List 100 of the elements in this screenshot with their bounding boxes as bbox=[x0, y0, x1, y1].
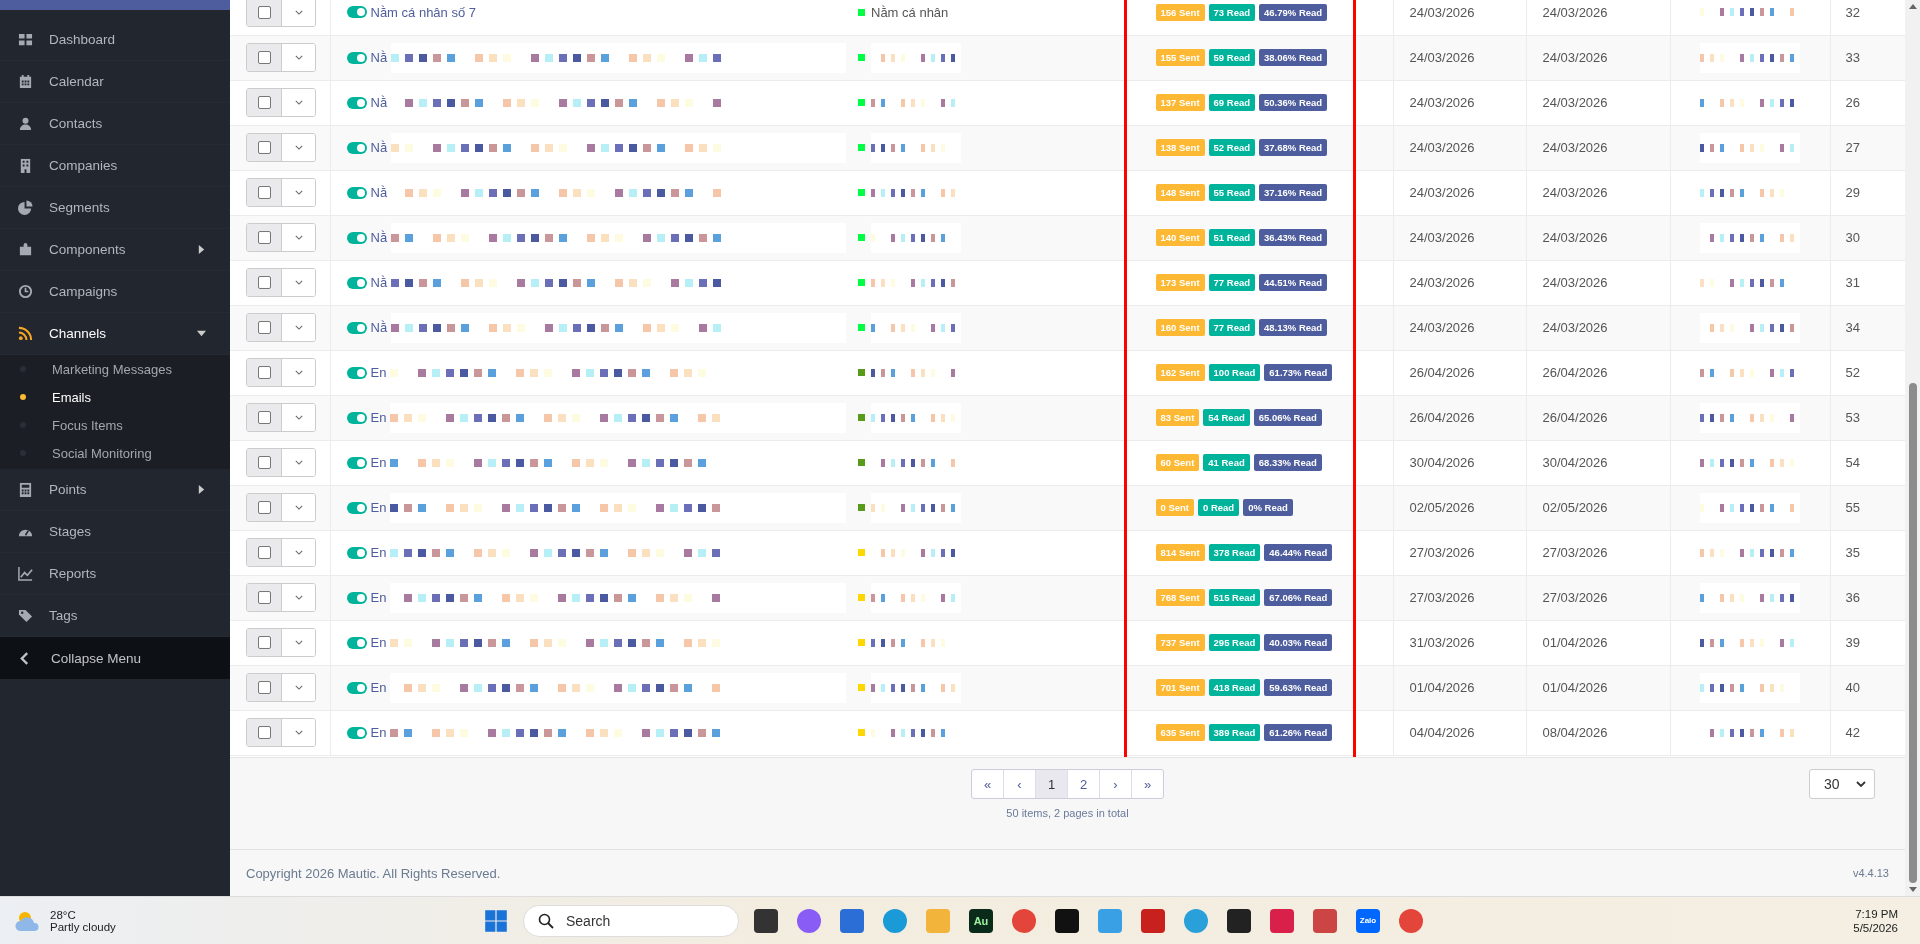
windows-start-icon[interactable] bbox=[484, 908, 508, 933]
email-name-link[interactable]: En bbox=[370, 590, 387, 605]
date-created-cell: 26/04/2026 bbox=[1393, 350, 1526, 395]
chevron-down-icon bbox=[294, 730, 303, 735]
category-label: Nằm cá nhân bbox=[871, 4, 949, 20]
publish-toggle[interactable] bbox=[346, 321, 367, 334]
publish-toggle[interactable] bbox=[346, 6, 367, 19]
publish-toggle[interactable] bbox=[346, 681, 367, 694]
version-text: v4.4.13 bbox=[1852, 867, 1889, 879]
read-count-badge: 77 Read bbox=[1208, 319, 1255, 336]
checkbox[interactable] bbox=[247, 269, 282, 296]
checkbox[interactable] bbox=[247, 719, 282, 746]
email-name-link[interactable]: Nằ bbox=[370, 230, 388, 245]
read-count-badge: 52 Read bbox=[1208, 139, 1255, 156]
sent-count-badge: 148 Sent bbox=[1155, 184, 1205, 201]
checkbox[interactable] bbox=[247, 224, 282, 251]
submenu-item[interactable]: Focus Items bbox=[0, 411, 230, 439]
read-rate-badge: 46.44% Read bbox=[1264, 544, 1333, 561]
email-name-link[interactable]: Nằ bbox=[370, 95, 388, 110]
checkbox[interactable] bbox=[247, 404, 282, 431]
checkbox[interactable] bbox=[247, 359, 282, 386]
scrollbar[interactable] bbox=[1905, 0, 1920, 897]
submenu-item[interactable]: Marketing Messages bbox=[0, 355, 230, 383]
pagination-button[interactable]: 1 bbox=[1036, 770, 1068, 798]
chevron-down-icon bbox=[294, 550, 303, 555]
checkbox[interactable] bbox=[247, 44, 282, 71]
email-name-link[interactable]: En bbox=[370, 365, 387, 380]
checkbox[interactable] bbox=[247, 584, 282, 611]
email-name-link[interactable]: En bbox=[370, 410, 387, 425]
submenu-item[interactable]: Social Monitoring bbox=[0, 439, 230, 467]
grid-icon bbox=[18, 32, 33, 47]
checkbox[interactable] bbox=[247, 179, 282, 206]
read-rate-badge: 40.03% Read bbox=[1264, 634, 1333, 651]
read-rate-badge: 46.79% Read bbox=[1259, 3, 1328, 21]
publish-toggle[interactable] bbox=[346, 141, 367, 154]
puzzle-icon bbox=[18, 242, 33, 257]
email-name-link[interactable]: En bbox=[370, 500, 387, 515]
read-count-badge: 69 Read bbox=[1208, 94, 1255, 111]
publish-toggle[interactable] bbox=[346, 231, 367, 244]
publish-toggle[interactable] bbox=[346, 186, 367, 199]
checkbox[interactable] bbox=[247, 0, 282, 26]
checkbox[interactable] bbox=[247, 314, 282, 341]
email-name-link[interactable]: Nằ bbox=[370, 275, 388, 290]
date-created-cell: 27/03/2026 bbox=[1393, 530, 1526, 575]
read-rate-badge: 59.63% Read bbox=[1264, 679, 1333, 696]
app-icon[interactable] bbox=[1055, 908, 1079, 933]
email-name-link[interactable]: En bbox=[370, 545, 387, 560]
read-count-badge: 418 Read bbox=[1208, 679, 1261, 696]
pagination-button[interactable]: › bbox=[1100, 770, 1132, 798]
pagination-button[interactable]: « bbox=[972, 770, 1004, 798]
checkbox[interactable] bbox=[247, 89, 282, 116]
taskbar-search-field[interactable]: Search bbox=[523, 904, 739, 937]
chevron-down-icon bbox=[294, 685, 303, 690]
per-page-select[interactable]: 30 bbox=[1809, 769, 1875, 799]
submenu-item[interactable]: Emails bbox=[0, 383, 230, 411]
email-name-link[interactable]: Nằ bbox=[370, 185, 388, 200]
publish-toggle[interactable] bbox=[346, 546, 367, 559]
app-icon[interactable] bbox=[754, 908, 778, 933]
checkbox[interactable] bbox=[247, 539, 282, 566]
email-name-link[interactable]: Nằ bbox=[370, 140, 388, 155]
date-modified-cell: 27/03/2026 bbox=[1526, 575, 1670, 620]
email-name-link[interactable]: En bbox=[370, 725, 387, 740]
checkbox[interactable] bbox=[247, 629, 282, 656]
app-icon[interactable]: Au bbox=[969, 908, 993, 933]
email-name-link[interactable]: En bbox=[370, 455, 387, 470]
scroll-up-icon[interactable] bbox=[1908, 4, 1917, 9]
sidebar-item[interactable]: Segments bbox=[0, 187, 230, 229]
app-icon[interactable]: Zalo bbox=[1356, 908, 1380, 933]
publish-toggle[interactable] bbox=[346, 366, 367, 379]
read-count-badge: 389 Read bbox=[1208, 724, 1261, 741]
publish-toggle[interactable] bbox=[346, 51, 367, 64]
publish-toggle[interactable] bbox=[346, 276, 367, 289]
chevron-down-icon bbox=[294, 640, 303, 645]
checkbox[interactable] bbox=[247, 449, 282, 476]
publish-toggle[interactable] bbox=[346, 636, 367, 649]
publish-toggle[interactable] bbox=[346, 96, 367, 109]
read-rate-badge: 37.16% Read bbox=[1259, 184, 1328, 201]
publish-toggle[interactable] bbox=[346, 456, 367, 469]
clock-time: 7:19 PM bbox=[1855, 907, 1898, 920]
chevron-down-icon bbox=[294, 55, 303, 60]
read-count-badge: 59 Read bbox=[1208, 49, 1255, 66]
checkbox[interactable] bbox=[247, 674, 282, 701]
checkbox[interactable] bbox=[247, 494, 282, 521]
pagination-button[interactable]: » bbox=[1132, 770, 1163, 798]
email-name-link[interactable]: En bbox=[370, 680, 387, 695]
email-name-link[interactable]: Nằ bbox=[370, 50, 388, 65]
publish-toggle[interactable] bbox=[346, 501, 367, 514]
collapse-menu-button[interactable]: Collapse Menu bbox=[0, 637, 230, 679]
scroll-down-icon[interactable] bbox=[1908, 887, 1917, 893]
publish-toggle[interactable] bbox=[346, 591, 367, 604]
weather-text: Partly cloudy bbox=[50, 920, 116, 933]
app-icon[interactable] bbox=[1227, 908, 1251, 933]
pagination-button[interactable]: 2 bbox=[1068, 770, 1100, 798]
email-name-link[interactable]: Nằ bbox=[370, 320, 388, 335]
publish-toggle[interactable] bbox=[346, 411, 367, 424]
checkbox[interactable] bbox=[247, 134, 282, 161]
email-name-link[interactable]: Nằm cá nhân số 7 bbox=[370, 4, 476, 20]
publish-toggle[interactable] bbox=[346, 726, 367, 739]
email-name-link[interactable]: En bbox=[370, 635, 387, 650]
sidebar-item[interactable]: Points bbox=[0, 469, 230, 511]
